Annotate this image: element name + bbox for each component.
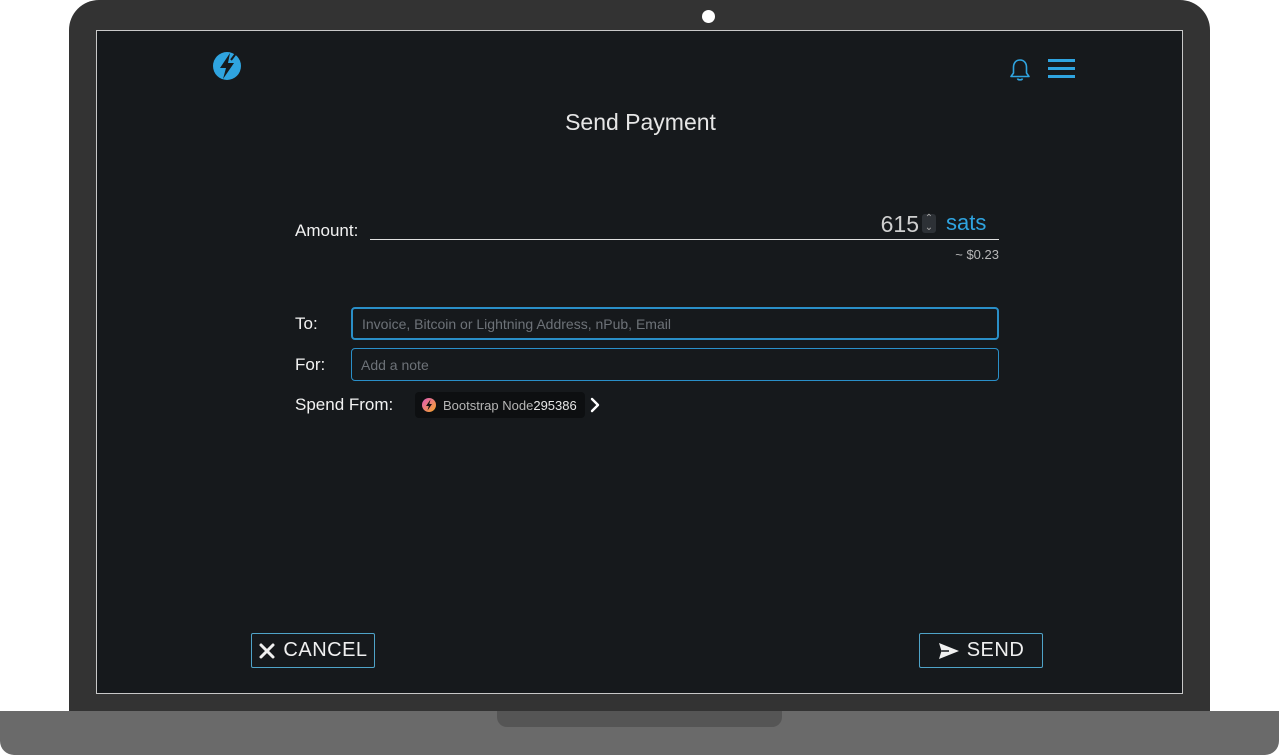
cancel-button[interactable]: CANCEL [251, 633, 375, 668]
app-screen: Send Payment Amount: 615 ⌃ ⌄ sats ~ $0.23… [96, 30, 1183, 694]
camera-icon [702, 10, 715, 23]
unit-toggle[interactable]: sats [946, 210, 986, 236]
fiat-conversion: ~ $0.23 [955, 247, 999, 262]
to-input[interactable] [351, 307, 999, 340]
node-selector[interactable]: Bootstrap Node 295386 [415, 392, 585, 418]
send-icon [938, 642, 959, 659]
send-button[interactable]: SEND [919, 633, 1043, 668]
amount-stepper[interactable]: ⌃ ⌄ [922, 214, 936, 233]
cancel-label: CANCEL [283, 639, 368, 661]
note-input[interactable] [351, 348, 999, 381]
amount-underline [370, 239, 999, 240]
laptop-notch [497, 711, 782, 727]
bell-icon[interactable] [1007, 57, 1033, 83]
amount-label: Amount: [295, 221, 359, 240]
close-icon [259, 643, 275, 658]
page-title: Send Payment [565, 109, 716, 135]
node-name: Bootstrap Node [443, 397, 534, 413]
for-label: For: [295, 355, 326, 374]
spend-from-label: Spend From: [295, 395, 394, 414]
chevron-right-icon[interactable] [589, 397, 601, 413]
node-lightning-icon [422, 398, 436, 412]
amount-input[interactable]: 615 [797, 211, 919, 238]
lightning-bolt-icon[interactable] [211, 49, 243, 83]
node-number: 295386 [533, 397, 577, 413]
send-label: SEND [966, 639, 1025, 661]
to-label: To: [295, 314, 318, 333]
hamburger-menu-icon[interactable] [1047, 57, 1077, 81]
